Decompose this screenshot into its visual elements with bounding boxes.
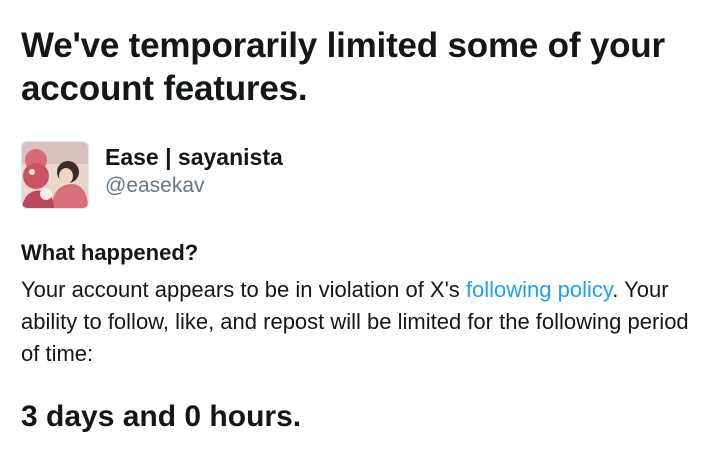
account-card: Ease | sayanista @easekav: [21, 141, 621, 209]
avatar[interactable]: [21, 141, 89, 209]
account-names: Ease | sayanista @easekav: [105, 143, 283, 199]
display-name[interactable]: Ease | sayanista: [105, 143, 283, 171]
user-handle[interactable]: @easekav: [105, 173, 283, 199]
description-text-start: Your account appears to be in violation …: [21, 277, 466, 302]
section-title-what-happened: What happened?: [21, 240, 199, 265]
page-title: We've temporarily limited some of your a…: [21, 26, 665, 108]
user-photo-avatar-icon: [22, 142, 88, 208]
limitation-duration: 3 days and 0 hours.: [21, 400, 302, 433]
following-policy-link[interactable]: following policy: [466, 277, 612, 302]
violation-description: Your account appears to be in violation …: [21, 274, 706, 370]
